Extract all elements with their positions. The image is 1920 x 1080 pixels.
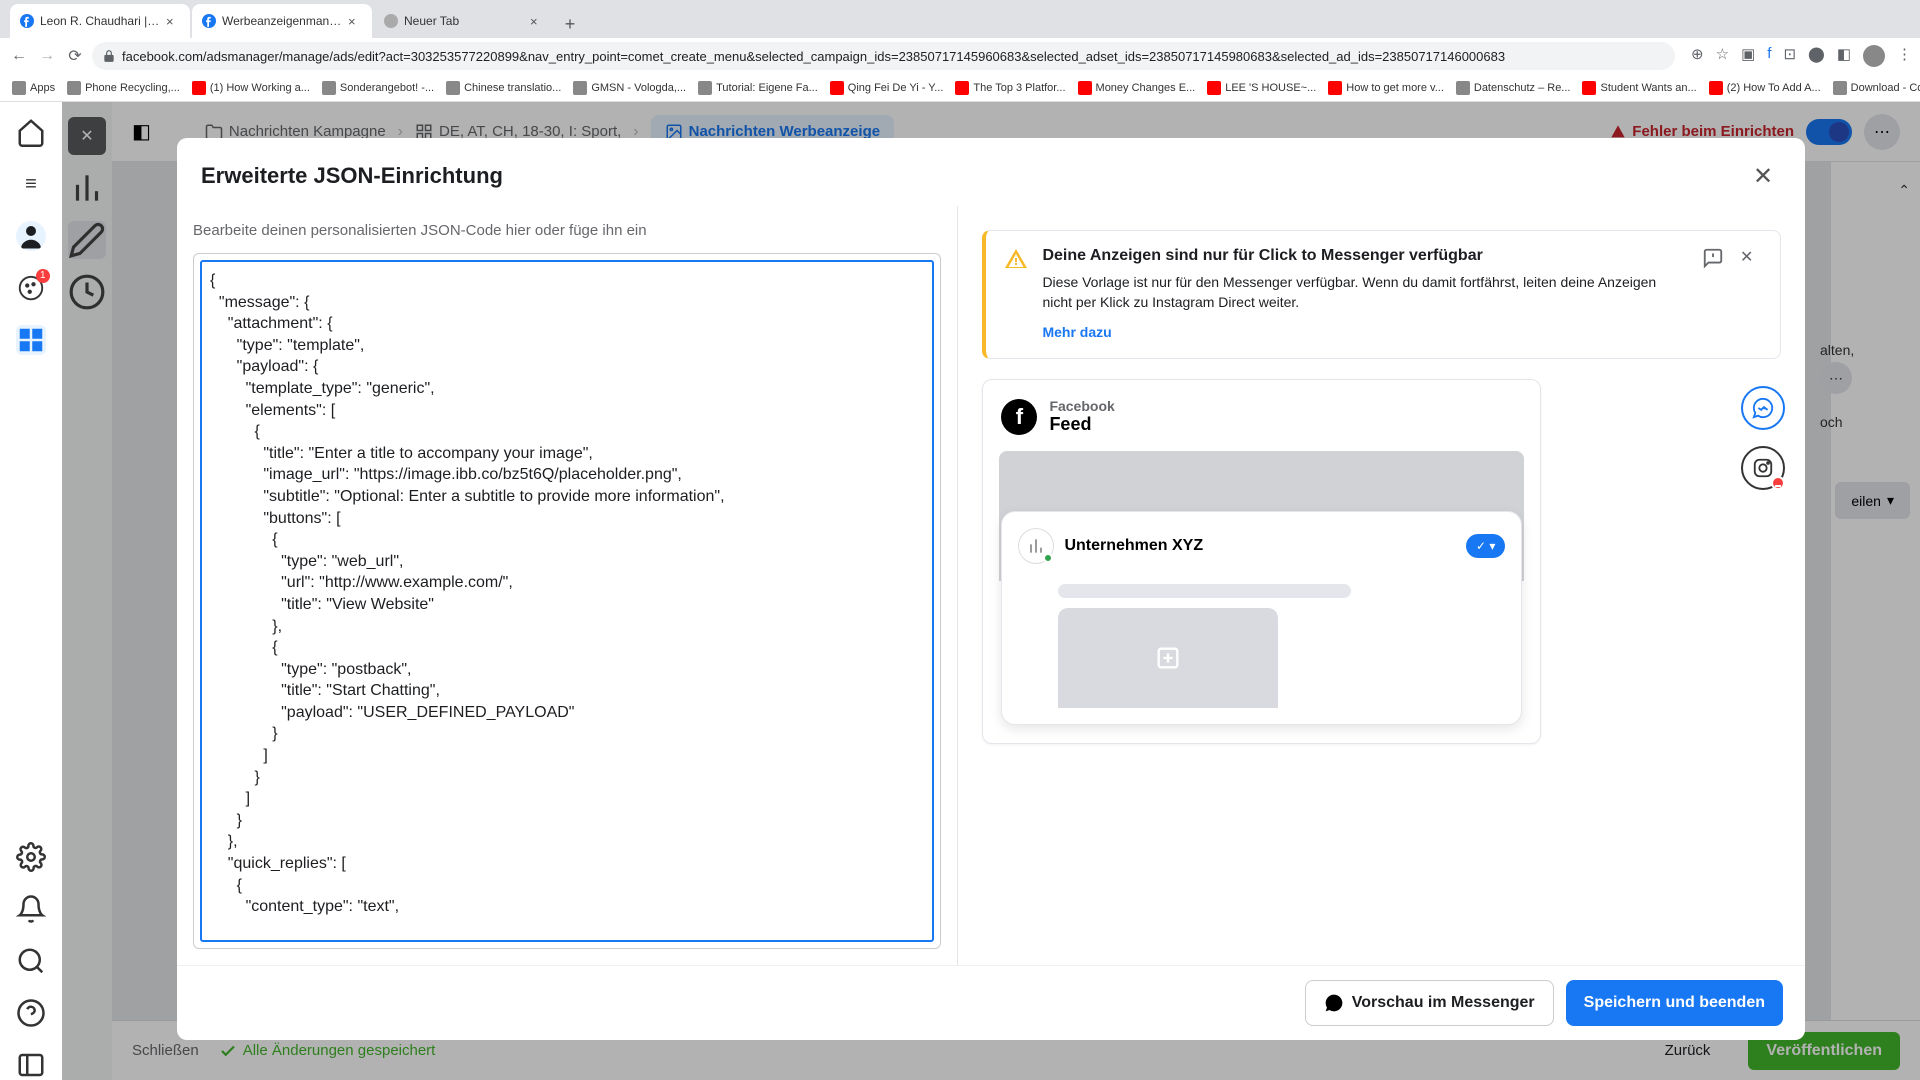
browser-tab[interactable]: Leon R. Chaudhari | Facebook × <box>10 4 190 38</box>
profile-icon[interactable] <box>1863 45 1885 67</box>
extension-icon[interactable]: ⬤ <box>1808 45 1825 67</box>
report-icon[interactable] <box>1702 247 1724 269</box>
preview-messenger-button[interactable]: Vorschau im Messenger <box>1305 980 1554 1026</box>
close-icon[interactable]: ✕ <box>1745 158 1781 194</box>
bookmark-item[interactable]: LEE 'S HOUSE~... <box>1203 81 1320 95</box>
hamburger-icon[interactable]: ≡ <box>16 169 46 199</box>
save-and-finish-button[interactable]: Speichern und beenden <box>1566 980 1783 1026</box>
zoom-icon[interactable]: ⊕ <box>1691 45 1704 67</box>
browser-tab[interactable]: Neuer Tab × <box>374 4 554 38</box>
tab-title: Leon R. Chaudhari | Facebook <box>40 14 160 28</box>
bookmark-item[interactable]: Sonderangebot! -... <box>318 81 438 95</box>
star-icon[interactable]: ☆ <box>1716 45 1729 67</box>
bookmarks-bar: Apps Phone Recycling,... (1) How Working… <box>0 74 1920 102</box>
close-icon[interactable]: × <box>348 14 362 28</box>
extension-icon[interactable]: ◧ <box>1837 45 1851 67</box>
extension-icon[interactable]: f <box>1767 45 1771 67</box>
instagram-icon[interactable] <box>1741 446 1785 490</box>
json-code-input[interactable] <box>200 260 934 942</box>
bookmark-item[interactable]: GMSN - Vologda,... <box>569 81 690 95</box>
bookmark-item[interactable]: Money Changes E... <box>1074 81 1200 95</box>
apps-button[interactable]: Apps <box>8 81 59 95</box>
bookmark-item[interactable]: (2) How To Add A... <box>1705 81 1825 95</box>
bookmark-item[interactable]: Datenschutz – Re... <box>1452 81 1575 95</box>
home-icon[interactable] <box>16 117 46 147</box>
tab-title: Neuer Tab <box>404 14 524 28</box>
close-icon[interactable]: × <box>166 14 180 28</box>
forward-button: → <box>36 45 58 67</box>
company-avatar <box>1018 528 1054 564</box>
warning-alert: Deine Anzeigen sind nur für Click to Mes… <box>982 230 1781 359</box>
tab-title: Werbeanzeigenmanager - We <box>222 14 342 28</box>
collapse-icon[interactable] <box>16 1050 46 1080</box>
browser-tab[interactable]: Werbeanzeigenmanager - We × <box>192 4 372 38</box>
modal-title: Erweiterte JSON-Einrichtung <box>201 163 503 189</box>
bookmark-item[interactable]: (1) How Working a... <box>188 81 314 95</box>
url-text: facebook.com/adsmanager/manage/ads/edit?… <box>122 49 1505 64</box>
facebook-favicon <box>20 14 34 28</box>
ad-preview-card: f Facebook Feed <box>982 379 1541 744</box>
gear-icon[interactable] <box>16 842 46 872</box>
learn-more-link[interactable]: Mehr dazu <box>1042 324 1111 340</box>
facebook-favicon <box>202 14 216 28</box>
bookmark-item[interactable]: Student Wants an... <box>1578 81 1700 95</box>
messenger-icon[interactable] <box>1741 386 1785 430</box>
search-icon[interactable] <box>16 946 46 976</box>
json-setup-modal: Erweiterte JSON-Einrichtung ✕ Bearbeite … <box>177 138 1805 1040</box>
avatar[interactable] <box>16 221 46 251</box>
bookmark-item[interactable]: Download - Cooki... <box>1829 81 1920 95</box>
expand-button[interactable]: ✓ ▾ <box>1466 534 1505 558</box>
menu-icon[interactable]: ⋮ <box>1897 45 1912 67</box>
cookie-icon[interactable]: 1 <box>16 273 46 303</box>
online-dot-icon <box>1043 553 1053 563</box>
table-icon[interactable] <box>16 325 46 355</box>
help-icon[interactable] <box>16 998 46 1028</box>
lock-icon <box>102 49 116 63</box>
preview-brand: Facebook <box>1049 398 1114 414</box>
bookmark-item[interactable]: Tutorial: Eigene Fa... <box>694 81 822 95</box>
json-edit-label: Bearbeite deinen personalisierten JSON-C… <box>193 222 941 239</box>
bookmark-item[interactable]: How to get more v... <box>1324 81 1448 95</box>
company-name: Unternehmen XYZ <box>1064 537 1203 555</box>
messenger-preview-card: Unternehmen XYZ ✓ ▾ <box>1001 511 1522 725</box>
blocked-badge-icon <box>1771 476 1785 490</box>
address-bar[interactable]: facebook.com/adsmanager/manage/ads/edit?… <box>92 42 1675 70</box>
alert-title: Deine Anzeigen sind nur für Click to Mes… <box>1042 247 1688 265</box>
new-tab-button[interactable]: + <box>556 10 584 38</box>
facebook-icon: f <box>1001 399 1037 435</box>
modal-overlay: Erweiterte JSON-Einrichtung ✕ Bearbeite … <box>62 102 1920 1080</box>
bookmark-item[interactable]: Phone Recycling,... <box>63 81 184 95</box>
close-icon[interactable]: ✕ <box>1740 247 1762 269</box>
bookmark-item[interactable]: Qing Fei De Yi - Y... <box>826 81 948 95</box>
extension-icon[interactable]: ▣ <box>1741 45 1755 67</box>
notification-badge: 1 <box>36 269 50 283</box>
attachment-placeholder <box>1058 608 1277 708</box>
warning-icon <box>1004 247 1028 271</box>
address-bar-row: ← → ⟳ facebook.com/adsmanager/manage/ads… <box>0 38 1920 74</box>
bell-icon[interactable] <box>16 894 46 924</box>
close-icon[interactable]: × <box>530 14 544 28</box>
browser-tab-strip: Leon R. Chaudhari | Facebook × Werbeanze… <box>0 0 1920 38</box>
preview-feed: Feed <box>1049 414 1114 435</box>
alert-text: Diese Vorlage ist nur für den Messenger … <box>1042 273 1688 312</box>
message-placeholder <box>1058 584 1350 598</box>
reload-button[interactable]: ⟳ <box>64 45 86 67</box>
bookmark-item[interactable]: Chinese translatio... <box>442 81 565 95</box>
back-button[interactable]: ← <box>8 45 30 67</box>
generic-favicon <box>384 14 398 28</box>
left-rail: ≡ 1 <box>0 102 62 1080</box>
bookmark-item[interactable]: The Top 3 Platfor... <box>951 81 1069 95</box>
extension-icon[interactable]: ⊡ <box>1783 45 1796 67</box>
